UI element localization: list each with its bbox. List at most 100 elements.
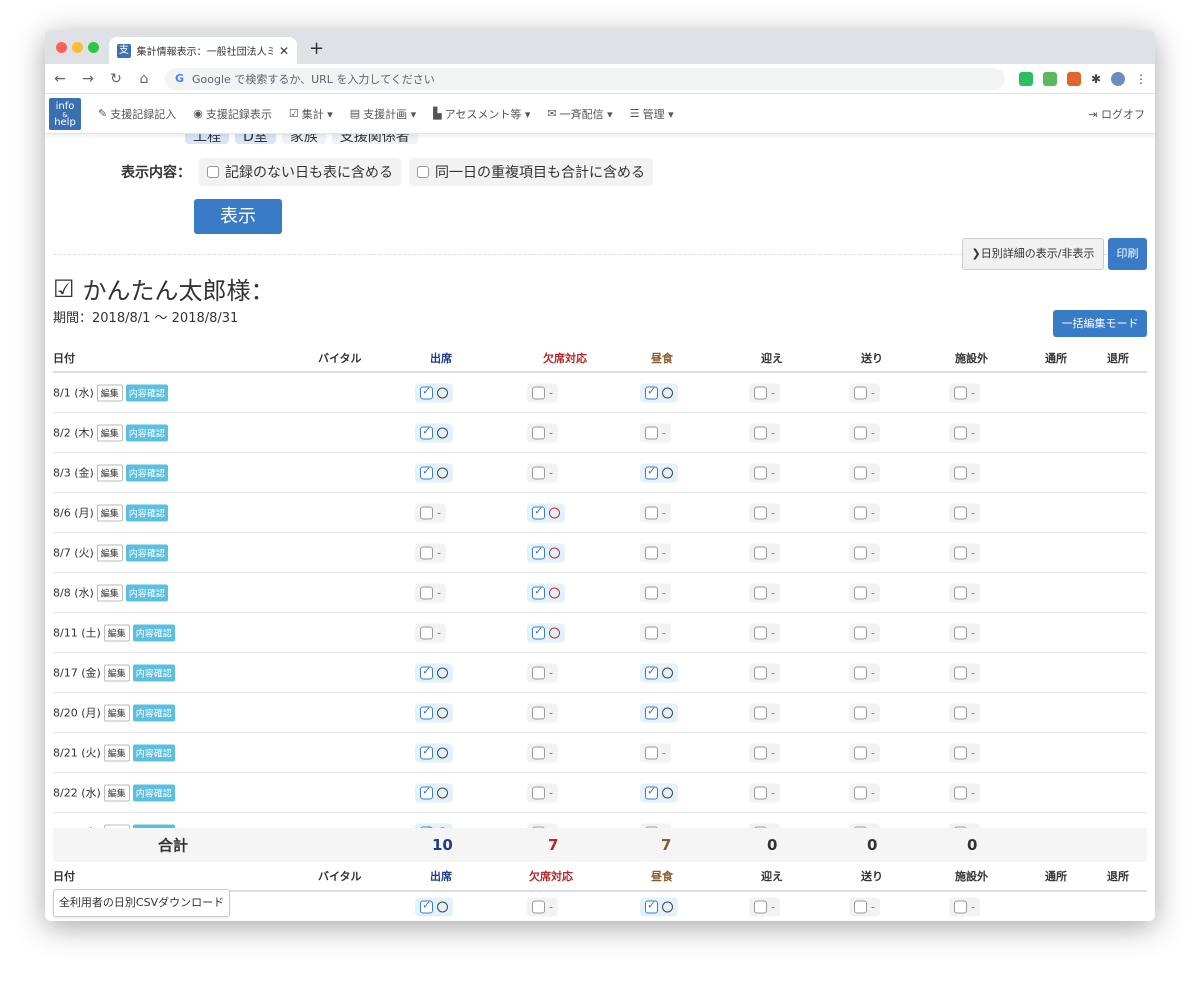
mark-checkbox[interactable]: - <box>640 503 671 522</box>
nav-support-record-view[interactable]: ◉ 支援記録表示 <box>193 106 272 122</box>
mark-checkbox[interactable] <box>640 897 678 917</box>
mark-checkbox[interactable]: - <box>640 743 671 762</box>
mark-checkbox[interactable]: - <box>949 743 980 762</box>
mark-checkbox[interactable]: - <box>949 623 980 642</box>
mark-checkbox[interactable]: - <box>749 583 780 602</box>
mark-checkbox[interactable] <box>527 623 565 642</box>
mark-checkbox[interactable]: - <box>527 703 558 722</box>
mark-checkbox[interactable]: - <box>415 503 446 522</box>
edit-button[interactable]: 編集 <box>96 424 123 441</box>
nav-support-record-entry[interactable]: ✎ 支援記録記入 <box>98 106 176 122</box>
mark-checkbox[interactable] <box>527 503 565 522</box>
edit-button[interactable]: 編集 <box>103 704 130 721</box>
confirm-content-button[interactable]: 内容確認 <box>132 784 175 801</box>
edit-button[interactable]: 編集 <box>103 624 130 641</box>
edit-button[interactable]: 編集 <box>103 744 130 761</box>
toggle-daily-detail-button[interactable]: ❯日別詳細の表示/非表示 <box>962 238 1104 270</box>
mark-checkbox[interactable] <box>415 783 453 802</box>
mark-checkbox[interactable]: - <box>415 623 446 642</box>
mark-checkbox[interactable]: - <box>640 423 671 442</box>
mark-checkbox[interactable]: - <box>949 783 980 802</box>
close-window-icon[interactable] <box>56 42 67 53</box>
forward-icon[interactable]: → <box>81 71 95 87</box>
mark-checkbox[interactable] <box>640 703 678 722</box>
mark-checkbox[interactable]: - <box>749 783 780 802</box>
filter-chip-2[interactable]: D室 <box>235 134 276 145</box>
mark-checkbox[interactable] <box>415 663 453 682</box>
mark-checkbox[interactable] <box>415 463 453 482</box>
mark-checkbox[interactable]: - <box>949 897 980 917</box>
mark-checkbox[interactable]: - <box>749 897 780 917</box>
mark-checkbox[interactable]: - <box>849 623 880 642</box>
mark-checkbox[interactable]: - <box>849 503 880 522</box>
mark-checkbox[interactable]: - <box>949 543 980 562</box>
mark-checkbox[interactable]: - <box>849 663 880 682</box>
confirm-content-button[interactable]: 内容確認 <box>132 704 175 721</box>
browser-tab[interactable]: 支 集計情報表示：一般社団法人ミチシ ✕ <box>109 37 297 64</box>
confirm-content-button[interactable]: 内容確認 <box>125 424 168 441</box>
mark-checkbox[interactable]: - <box>949 463 980 482</box>
mark-checkbox[interactable]: - <box>415 583 446 602</box>
mark-checkbox[interactable]: - <box>415 543 446 562</box>
edit-button[interactable]: 編集 <box>96 584 123 601</box>
mark-checkbox[interactable]: - <box>749 703 780 722</box>
nav-support-plan[interactable]: ▤ 支援計画 ▾ <box>350 106 416 122</box>
mark-checkbox[interactable]: - <box>749 623 780 642</box>
mark-checkbox[interactable]: - <box>749 463 780 482</box>
mark-checkbox[interactable] <box>527 583 565 602</box>
tab-close-icon[interactable]: ✕ <box>279 44 289 58</box>
mark-checkbox[interactable] <box>640 463 678 482</box>
mark-checkbox[interactable] <box>415 897 453 917</box>
mark-checkbox[interactable] <box>415 423 453 442</box>
filter-chip-4[interactable]: 支援関係者 <box>331 134 418 145</box>
mark-checkbox[interactable]: - <box>527 743 558 762</box>
mark-checkbox[interactable]: - <box>949 383 980 402</box>
mark-checkbox[interactable]: - <box>949 423 980 442</box>
mark-checkbox[interactable]: - <box>849 703 880 722</box>
mark-checkbox[interactable]: - <box>849 783 880 802</box>
confirm-content-button[interactable]: 内容確認 <box>125 464 168 481</box>
confirm-content-button[interactable]: 内容確認 <box>125 544 168 561</box>
mark-checkbox[interactable]: - <box>849 383 880 402</box>
confirm-content-button[interactable]: 内容確認 <box>125 504 168 521</box>
show-button[interactable]: 表示 <box>194 199 282 234</box>
address-bar[interactable]: G Google で検索するか、URL を入力してください <box>165 67 1005 90</box>
mark-checkbox[interactable]: - <box>849 583 880 602</box>
mark-checkbox[interactable]: - <box>640 543 671 562</box>
minimize-window-icon[interactable] <box>72 42 83 53</box>
mark-checkbox[interactable]: - <box>527 897 558 917</box>
edit-button[interactable]: 編集 <box>96 544 123 561</box>
mark-checkbox[interactable]: - <box>527 463 558 482</box>
nav-summary[interactable]: ☑ 集計 ▾ <box>289 106 333 122</box>
logout-link[interactable]: ⇥ ログオフ <box>1088 106 1145 122</box>
print-button[interactable]: 印刷 <box>1108 238 1147 270</box>
mark-checkbox[interactable]: - <box>849 743 880 762</box>
edit-button[interactable]: 編集 <box>103 664 130 681</box>
evernote-icon[interactable] <box>1018 71 1033 86</box>
confirm-content-button[interactable]: 内容確認 <box>132 624 175 641</box>
new-tab-icon[interactable]: + <box>309 38 324 59</box>
reload-icon[interactable]: ↻ <box>109 71 123 87</box>
edit-button[interactable]: 編集 <box>96 464 123 481</box>
mark-checkbox[interactable]: - <box>640 623 671 642</box>
nav-assessment[interactable]: ▙ アセスメント等 ▾ <box>433 106 530 122</box>
mark-checkbox[interactable]: - <box>527 383 558 402</box>
back-icon[interactable]: ← <box>53 71 67 87</box>
maximize-window-icon[interactable] <box>88 42 99 53</box>
filter-chip-1[interactable]: 工程 <box>185 134 229 145</box>
mark-checkbox[interactable]: - <box>749 543 780 562</box>
include-duplicate-checkbox[interactable]: 同一日の重複項目も合計に含める <box>409 158 653 186</box>
profile-avatar-icon[interactable] <box>1111 71 1125 86</box>
confirm-content-button[interactable]: 内容確認 <box>125 584 168 601</box>
mark-checkbox[interactable]: - <box>749 743 780 762</box>
lighthouse-icon[interactable] <box>1066 71 1081 86</box>
confirm-content-button[interactable]: 内容確認 <box>132 744 175 761</box>
menu-dots-icon[interactable]: ⋮ <box>1135 72 1147 86</box>
mark-checkbox[interactable] <box>640 783 678 802</box>
edit-button[interactable]: 編集 <box>103 784 130 801</box>
mark-checkbox[interactable]: - <box>849 543 880 562</box>
mark-checkbox[interactable]: - <box>749 663 780 682</box>
mark-checkbox[interactable]: - <box>527 783 558 802</box>
mark-checkbox[interactable]: - <box>949 583 980 602</box>
mark-checkbox[interactable]: - <box>749 503 780 522</box>
